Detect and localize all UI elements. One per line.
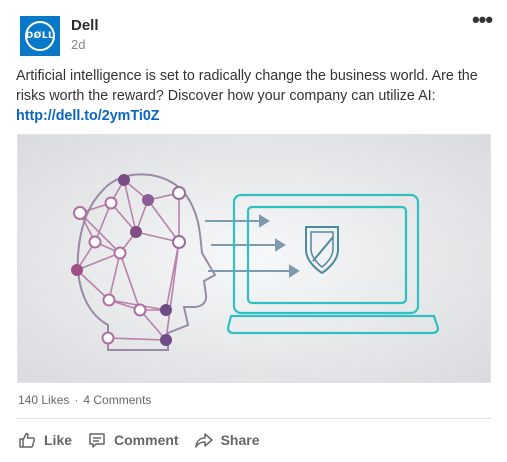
- company-name[interactable]: Dell: [71, 17, 99, 34]
- likes-count[interactable]: 140 Likes: [18, 393, 69, 407]
- stats-separator: ·: [74, 393, 79, 407]
- post-body: Artificial intelligence is set to radica…: [16, 66, 491, 126]
- comment-button[interactable]: Comment: [88, 431, 179, 449]
- share-label: Share: [220, 432, 260, 448]
- like-label: Like: [44, 432, 73, 448]
- comment-label: Comment: [114, 432, 179, 448]
- actions-bar: Like Comment Share: [18, 428, 276, 452]
- ai-illustration: [18, 135, 490, 382]
- post-timestamp: 2d: [71, 37, 86, 52]
- like-button[interactable]: Like: [18, 431, 72, 449]
- more-icon[interactable]: •••: [470, 9, 494, 31]
- like-icon: [19, 432, 36, 448]
- engagement-stats: 140 Likes · 4 Comments: [18, 393, 151, 407]
- share-button[interactable]: Share: [194, 431, 260, 449]
- post-image[interactable]: [17, 134, 491, 383]
- post-text: Artificial intelligence is set to radica…: [16, 68, 478, 104]
- logo-ring: DØLL: [25, 21, 55, 51]
- comments-count[interactable]: 4 Comments: [83, 393, 151, 407]
- comment-icon: [89, 433, 105, 448]
- company-logo[interactable]: DØLL: [20, 16, 60, 56]
- actions-divider: [16, 418, 491, 419]
- feed-post-card: DØLL Dell 2d ••• Artificial intelligence…: [0, 0, 507, 462]
- post-link[interactable]: http://dell.to/2ymTi0Z: [16, 106, 491, 126]
- logo-text: DØLL: [25, 31, 55, 41]
- share-icon: [194, 433, 213, 448]
